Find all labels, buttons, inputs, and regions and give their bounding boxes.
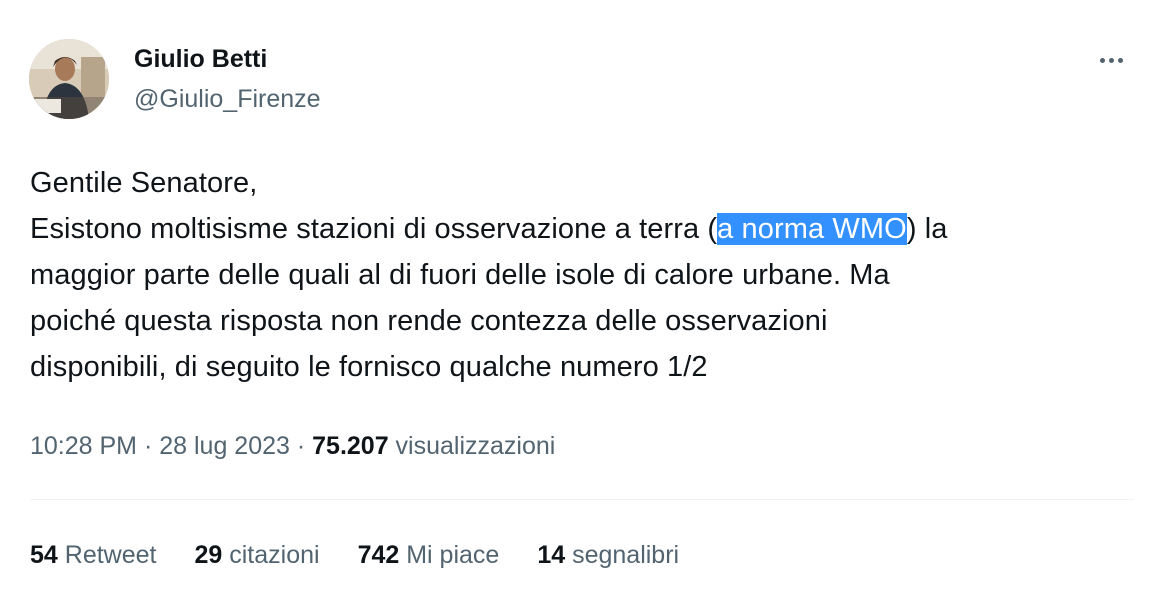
retweets-label: Retweet	[57, 541, 157, 569]
more-horizontal-icon-dot	[1108, 57, 1114, 63]
bookmarks-stat[interactable]: 14 segnalibri	[537, 536, 679, 574]
tweet-text-segment: ) la	[906, 213, 948, 245]
tweet-line: poiché questa risposta non rende contezz…	[30, 305, 828, 337]
tweet-line: disponibili, di seguito le fornisco qual…	[30, 351, 708, 383]
quotes-count: 29	[194, 541, 223, 569]
tweet-text-segment: Esistono moltisisme stazioni di osservaz…	[30, 213, 718, 245]
views-label: visualizzazioni	[388, 432, 556, 460]
more-options-button[interactable]	[1094, 46, 1128, 74]
avatar[interactable]	[29, 39, 109, 119]
views-count: 75.207	[312, 432, 389, 460]
author-handle[interactable]: @Giulio_Firenze	[134, 83, 321, 115]
author-name[interactable]: Giulio Betti	[134, 43, 267, 75]
more-horizontal-icon-dot	[1117, 57, 1123, 63]
bookmarks-label: segnalibri	[565, 541, 680, 569]
tweet-line: Gentile Senatore,	[30, 167, 258, 199]
tweet-date[interactable]: 28 lug 2023	[159, 432, 290, 460]
tweet-card: Giulio Betti @Giulio_Firenze Gentile Sen…	[0, 0, 1163, 604]
divider	[30, 499, 1134, 500]
tweet-line: Esistono moltisisme stazioni di osservaz…	[30, 206, 1140, 252]
retweets-stat[interactable]: 54 Retweet	[30, 536, 156, 574]
retweets-count: 54	[30, 541, 58, 569]
tweet-time[interactable]: 10:28 PM	[30, 432, 137, 460]
quotes-stat[interactable]: 29 citazioni	[194, 536, 319, 574]
bookmarks-count: 14	[537, 541, 566, 569]
tweet-meta: 10:28 PM · 28 lug 2023 · 75.207 visualiz…	[30, 427, 555, 465]
tweet-stats: 54 Retweet 29 citazioni 742 Mi piace 14 …	[30, 536, 717, 574]
more-horizontal-icon	[1099, 57, 1105, 63]
likes-stat[interactable]: 742 Mi piace	[358, 536, 500, 574]
likes-count: 742	[357, 541, 400, 569]
selected-text: a norma WMO	[717, 213, 907, 245]
likes-label: Mi piace	[399, 541, 500, 569]
meta-separator: ·	[289, 432, 313, 460]
meta-separator: ·	[137, 432, 160, 460]
tweet-text: Gentile Senatore, Esistono moltisisme st…	[30, 160, 1140, 390]
tweet-line: maggior parte delle quali al di fuori de…	[30, 259, 890, 291]
quotes-label: citazioni	[222, 541, 320, 569]
